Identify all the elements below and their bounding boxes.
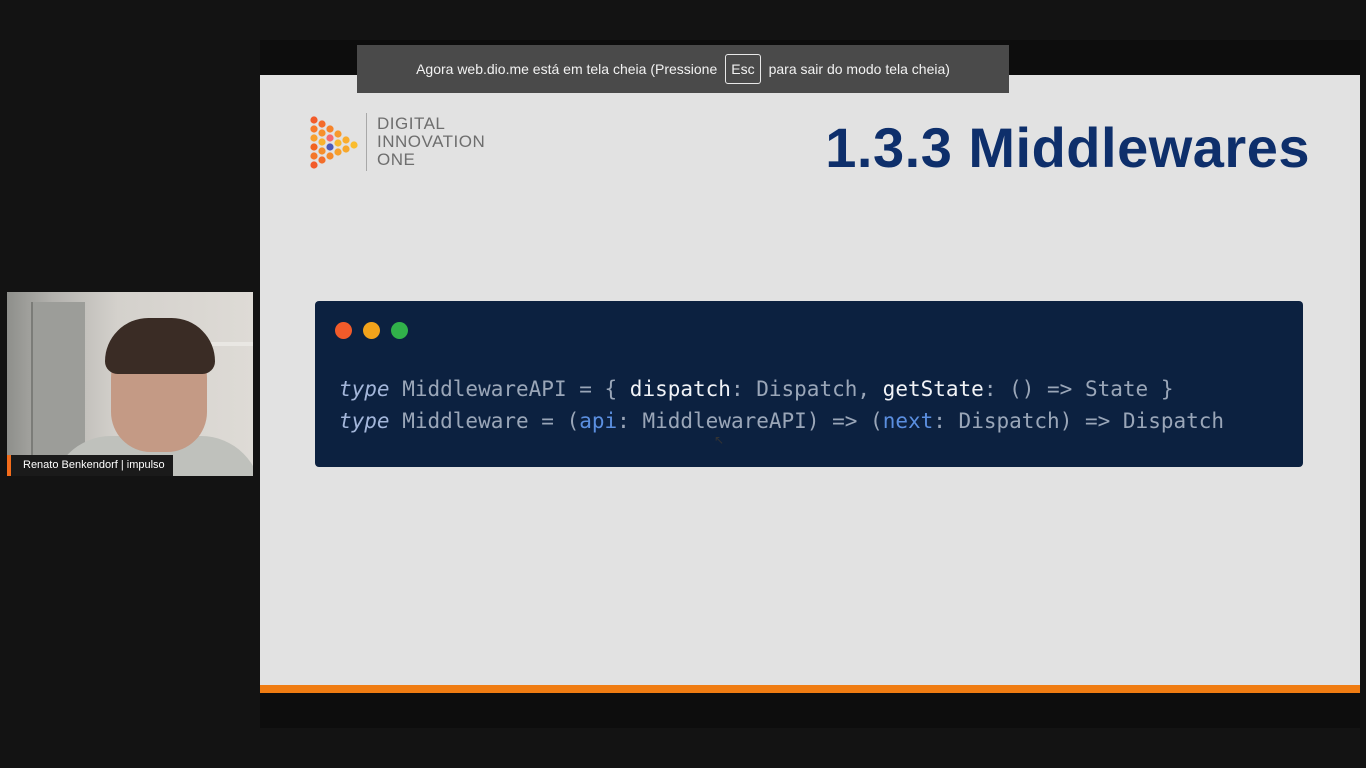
code-property: dispatch [629,377,731,401]
close-dot-icon [335,322,352,339]
esc-key-hint: Esc [725,54,761,84]
dio-logo-icon [310,116,358,169]
window-controls [335,322,408,339]
code-parameter: next [882,409,934,433]
code-keyword: type [339,377,390,401]
dio-logo: DIGITAL INNOVATION ONE [308,113,485,171]
fullscreen-notice-text-after: para sair do modo tela cheia) [768,61,950,77]
code-text: : Dispatch) => Dispatch [933,409,1225,433]
code-block: type MiddlewareAPI = { dispatch: Dispatc… [339,373,1224,437]
code-line-middleware: type Middleware = (api: MiddlewareAPI) =… [339,405,1224,437]
participant-video-tile[interactable]: Renato Benkendorf | impulso [7,292,253,476]
code-text: : Dispatch, [730,377,883,401]
logo-line: ONE [377,150,416,169]
logo-divider [366,113,367,171]
code-text: : MiddlewareAPI) => ( [617,409,883,433]
slide-title: 1.3.3 Middlewares [825,116,1310,179]
participant-name-label: Renato Benkendorf | impulso [7,455,173,476]
participant-hair [105,318,215,374]
code-text: MiddlewareAPI = { [389,377,630,401]
code-window: type MiddlewareAPI = { dispatch: Dispatc… [315,301,1303,467]
minimize-dot-icon [363,322,380,339]
logo-line: INNOVATION [377,132,486,151]
logo-wordmark: DIGITAL INNOVATION ONE [377,115,485,169]
code-keyword: type [339,409,390,433]
presentation-stage: DIGITAL INNOVATION ONE 1.3.3 Middlewares… [260,40,1360,728]
code-property: getState [882,377,984,401]
slide: DIGITAL INNOVATION ONE 1.3.3 Middlewares… [260,75,1360,685]
code-text: : () => State } [983,377,1174,401]
fullscreen-notice: Agora web.dio.me está em tela cheia (Pre… [357,45,1009,93]
fullscreen-notice-text-before: Agora web.dio.me está em tela cheia (Pre… [416,61,718,77]
code-text: Middleware = ( [389,409,580,433]
code-parameter: api [579,409,618,433]
maximize-dot-icon [391,322,408,339]
slide-accent-bar [260,685,1360,693]
logo-line: DIGITAL [377,114,446,133]
code-line-middleware-api: type MiddlewareAPI = { dispatch: Dispatc… [339,373,1224,405]
mouse-cursor-icon: ↖ [714,433,725,447]
